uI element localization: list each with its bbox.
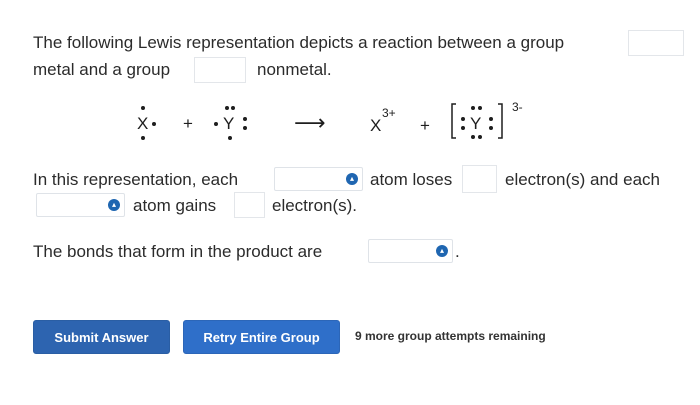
sentence2-end: . xyxy=(455,242,460,261)
plus-sign-1: + xyxy=(183,114,193,133)
bond-type-select[interactable]: ▴ xyxy=(368,239,453,263)
sentence2-part-a: The bonds that form in the product are xyxy=(33,242,323,261)
electron-dot xyxy=(471,135,475,139)
reactant-y: Y xyxy=(223,114,235,133)
sentence1-part-b: atom loses xyxy=(370,170,453,189)
electron-dot xyxy=(489,126,493,130)
product-y: Y xyxy=(470,114,482,133)
product-y-charge: 3- xyxy=(512,100,523,114)
product-x-charge: 3+ xyxy=(382,106,396,120)
electron-dot xyxy=(243,117,247,121)
group-number-metal-input[interactable] xyxy=(194,57,246,83)
nonmetal-atom-select[interactable]: ▴ xyxy=(36,193,125,217)
question-line-2b: nonmetal. xyxy=(257,60,332,79)
sentence1-part-d: atom gains xyxy=(133,196,217,215)
dropdown-select-icon: ▴ xyxy=(436,245,448,257)
electron-dot xyxy=(471,106,475,110)
electron-dot xyxy=(214,122,218,126)
retry-entire-group-button[interactable]: Retry Entire Group xyxy=(183,320,340,354)
question-line-2a: metal and a group xyxy=(33,60,171,79)
electron-dot xyxy=(152,122,156,126)
electron-dot xyxy=(461,117,465,121)
reaction-arrow: ⟶ xyxy=(294,110,326,135)
sentence1-part-c: electron(s) and each xyxy=(505,170,660,189)
attempts-remaining: 9 more group attempts remaining xyxy=(355,329,546,343)
electron-dot xyxy=(489,117,493,121)
electron-dot xyxy=(231,106,235,110)
electron-dot xyxy=(478,135,482,139)
dropdown-select-icon: ▴ xyxy=(108,199,120,211)
reactant-x: X xyxy=(137,114,149,133)
electron-dot xyxy=(141,106,145,110)
blank-top-right[interactable] xyxy=(628,30,684,56)
metal-atom-select[interactable]: ▴ xyxy=(274,167,363,191)
electrons-lost-input[interactable] xyxy=(462,165,497,193)
electron-dot xyxy=(478,106,482,110)
dropdown-select-icon: ▴ xyxy=(346,173,358,185)
electron-dot xyxy=(228,136,232,140)
electron-dot xyxy=(243,126,247,130)
submit-answer-button[interactable]: Submit Answer xyxy=(33,320,170,354)
electrons-gained-input[interactable] xyxy=(234,192,265,218)
sentence1-part-a: In this representation, each xyxy=(33,170,239,189)
electron-dot xyxy=(225,106,229,110)
electron-dot xyxy=(461,126,465,130)
sentence1-part-e: electron(s). xyxy=(272,196,358,215)
plus-sign-2: + xyxy=(420,116,430,135)
question-line-1: The following Lewis representation depic… xyxy=(33,33,565,52)
electron-dot xyxy=(141,136,145,140)
product-x: X xyxy=(370,116,382,135)
